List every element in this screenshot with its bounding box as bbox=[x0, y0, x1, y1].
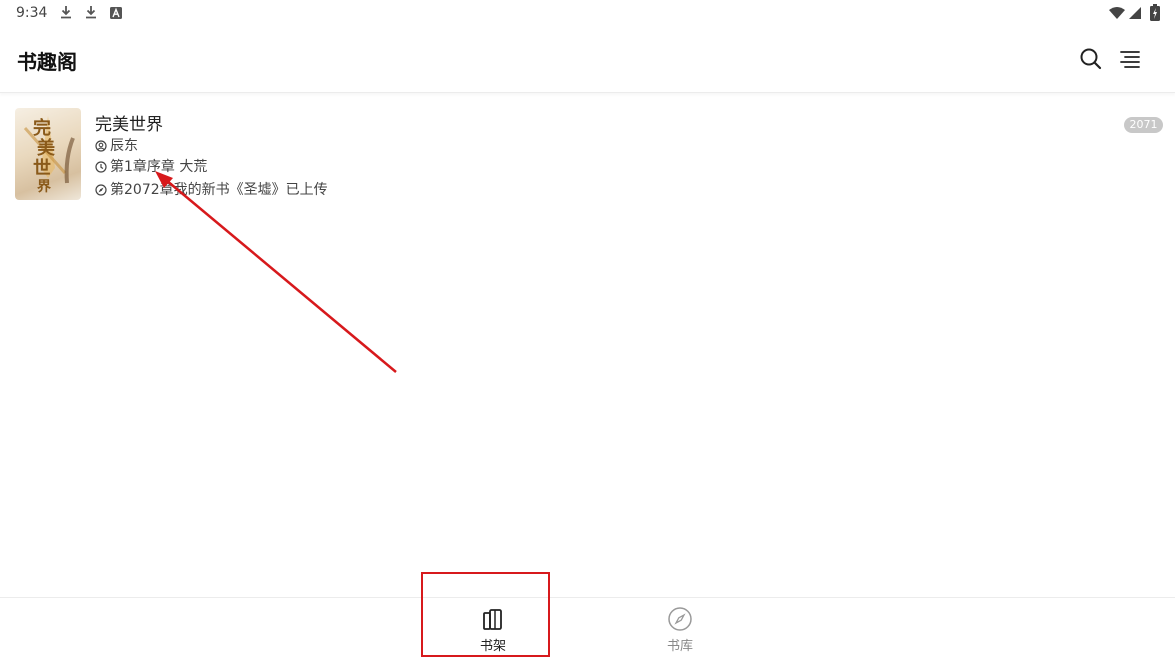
compass-icon bbox=[95, 184, 107, 196]
nav-tab-library[interactable]: 书库 bbox=[615, 598, 745, 661]
book-last-read: 第1章序章 大荒 bbox=[95, 156, 208, 175]
download-icon bbox=[86, 6, 96, 19]
nav-tab-bookshelf[interactable]: 书架 bbox=[428, 598, 558, 661]
status-time: 9:34 bbox=[16, 5, 48, 21]
book-title: 完美世界 bbox=[95, 115, 163, 135]
bottom-nav: 书架 书库 bbox=[0, 597, 1175, 661]
signal-icon bbox=[1129, 7, 1141, 19]
author-name: 辰东 bbox=[110, 138, 138, 154]
wifi-icon bbox=[1109, 7, 1125, 19]
clock-icon bbox=[95, 161, 107, 173]
book-list-item[interactable]: 完 美 世 界 完美世界 辰东 第1章序章 大荒 第2072章我的新书《圣墟》已… bbox=[0, 98, 1175, 208]
cover-title-char: 世 bbox=[33, 158, 51, 179]
book-author: 辰东 bbox=[95, 135, 138, 154]
compass-icon bbox=[668, 607, 692, 631]
cover-title-char: 界 bbox=[37, 179, 51, 195]
unread-count-badge: 2071 bbox=[1124, 117, 1163, 133]
nav-label-library: 书库 bbox=[666, 639, 693, 654]
last-read-chapter: 第1章序章 大荒 bbox=[110, 159, 208, 175]
app-bar: 书趣阁 bbox=[0, 26, 1175, 93]
app-title: 书趣阁 bbox=[17, 50, 77, 74]
cover-title-char: 完 bbox=[33, 118, 51, 139]
latest-chapter: 第2072章我的新书《圣墟》已上传 bbox=[110, 182, 328, 198]
menu-icon[interactable] bbox=[1117, 46, 1143, 72]
battery-icon bbox=[1150, 4, 1160, 21]
download-icon bbox=[61, 6, 71, 19]
author-icon bbox=[95, 140, 107, 152]
book-cover: 完 美 世 界 bbox=[15, 108, 81, 200]
a-box-icon bbox=[110, 7, 122, 19]
status-bar: 9:34 bbox=[0, 0, 1175, 26]
bookshelf-icon bbox=[483, 609, 502, 630]
book-latest-chapter: 第2072章我的新书《圣墟》已上传 bbox=[95, 179, 328, 198]
search-icon[interactable] bbox=[1078, 46, 1104, 72]
nav-label-bookshelf: 书架 bbox=[479, 639, 506, 654]
cover-title-char: 美 bbox=[37, 138, 55, 159]
